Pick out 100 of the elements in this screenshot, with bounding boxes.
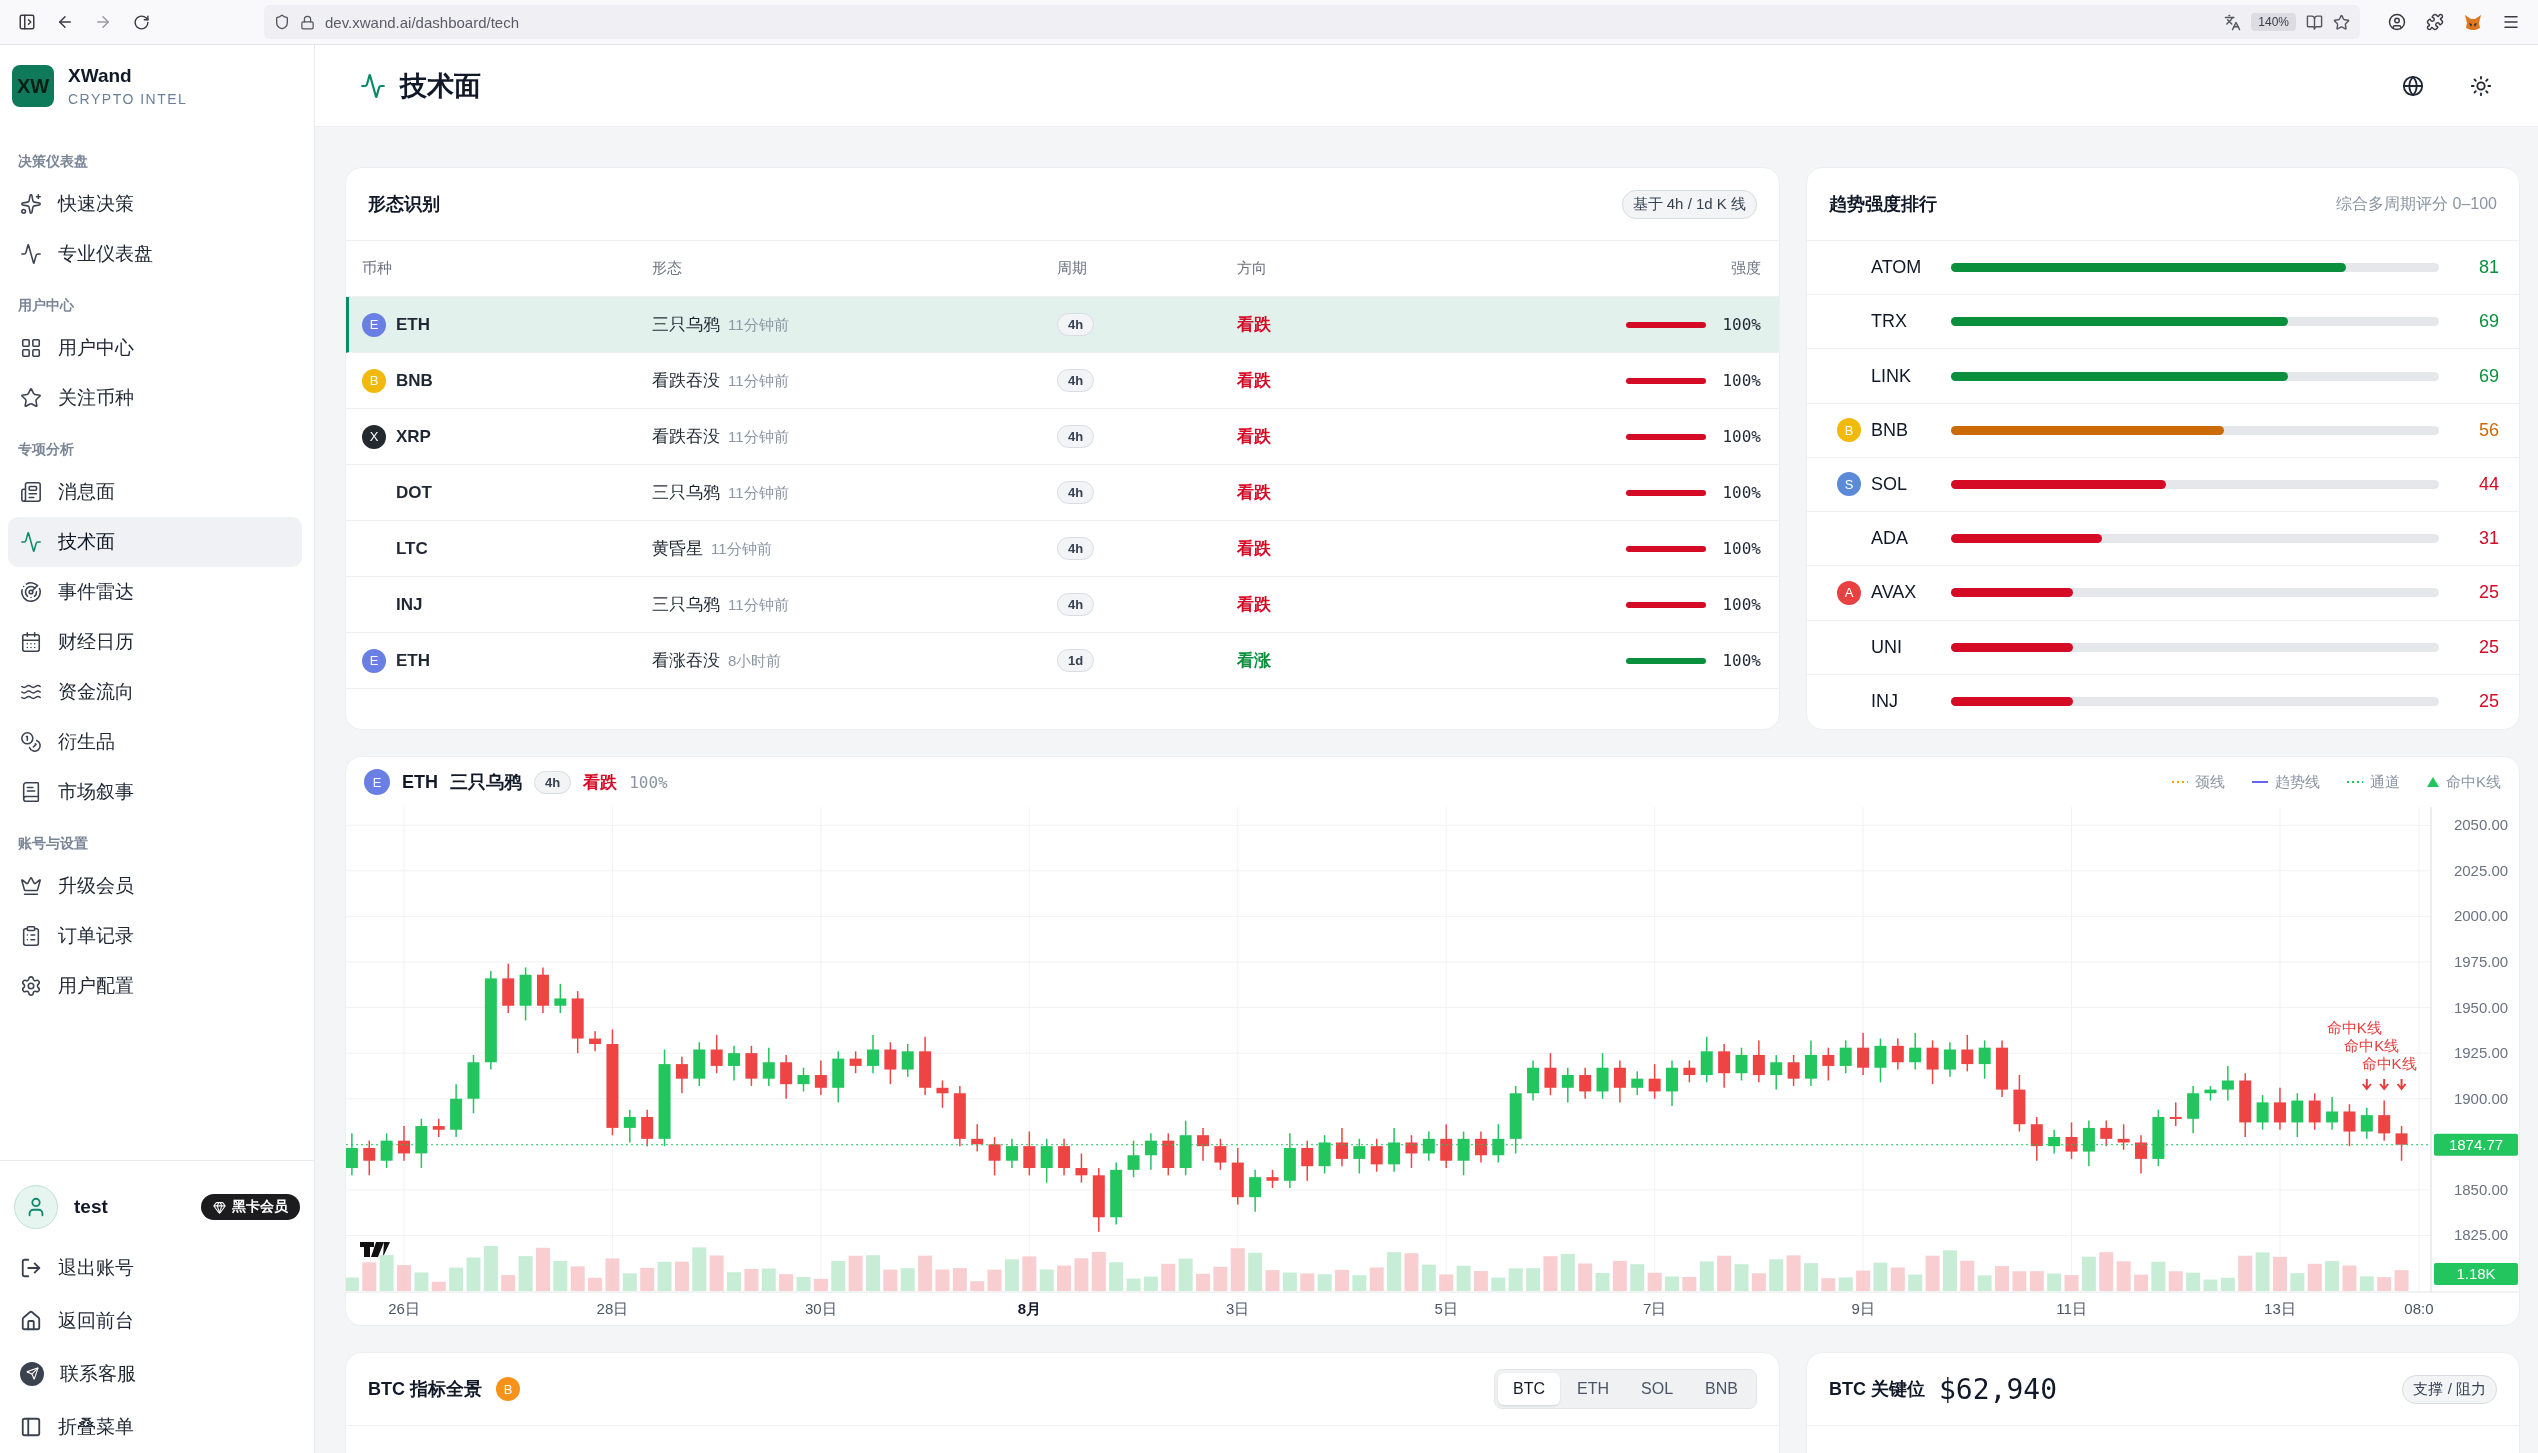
sidebar-item-label: 市场叙事 <box>58 780 134 804</box>
strength-value: 100% <box>629 772 668 792</box>
coin-avatar: E <box>362 648 386 673</box>
pattern-time: 8小时前 <box>728 652 782 671</box>
time-axis-label: 13日 <box>2264 1300 2296 1317</box>
column-header: 周期 <box>1057 259 1088 278</box>
coin-tab[interactable]: BTC <box>1498 1373 1561 1405</box>
pattern-time: 11分钟前 <box>728 484 789 503</box>
price-axis-label: 1950.00 <box>2453 998 2509 1016</box>
sidebar-item-label: 用户配置 <box>58 974 134 998</box>
zoom-badge[interactable]: 140% <box>2251 13 2296 31</box>
table-row[interactable]: X XRP 看跌吞没 11分钟前 4h 看跌 100% <box>346 409 1779 465</box>
coin-tab[interactable]: SOL <box>1626 1373 1689 1405</box>
pattern-name: 看跌吞没 <box>652 426 720 448</box>
coin-name: ETH <box>396 650 430 671</box>
coin-tab[interactable]: ETH <box>1562 1373 1625 1405</box>
trend-score: 25 <box>2477 582 2499 604</box>
coin-name: LINK <box>1871 365 1913 387</box>
time-axis-label: 5日 <box>1434 1300 1458 1317</box>
trend-score: 25 <box>2477 691 2499 713</box>
address-bar[interactable]: dev.xwand.ai/dashboard/tech 140% <box>264 5 2360 39</box>
coin-name: UNI <box>1871 636 1903 658</box>
strength-value: 100% <box>1722 483 1761 502</box>
section-title: 决策仪表盘 <box>17 152 89 171</box>
coin-name: XRP <box>396 426 431 447</box>
sidebar-item-label: 升级会员 <box>58 874 134 898</box>
sidebar-footer-item[interactable]: 折叠菜单 <box>10 1400 304 1453</box>
sidebar-item[interactable]: 衍生品 <box>8 717 302 767</box>
price-axis-label: 2025.00 <box>2453 861 2509 879</box>
pattern-name: 看跌吞没 <box>652 370 720 392</box>
sidebar-item[interactable]: 专业仪表盘 <box>8 229 302 279</box>
coin-tab[interactable]: BNB <box>1690 1373 1753 1405</box>
table-row[interactable]: INJ 三只乌鸦 11分钟前 4h 看跌 100% <box>346 577 1779 633</box>
time-axis-label: 7日 <box>1642 1300 1667 1317</box>
strength-value: 100% <box>1722 651 1761 670</box>
sidebar-item-label: 技术面 <box>58 530 115 554</box>
column-header: 形态 <box>652 259 683 278</box>
period-chip: 4h <box>1057 481 1095 504</box>
card-subtitle: 综合多周期评分 0–100 <box>2336 193 2497 214</box>
annotation-label: 命中K线 <box>2344 1037 2400 1054</box>
table-row[interactable]: DOT 三只乌鸦 11分钟前 4h 看跌 100% <box>346 465 1779 521</box>
sidebar-item[interactable]: 用户中心 <box>8 323 302 373</box>
strength-value: 100% <box>1722 539 1761 558</box>
column-header: 币种 <box>362 259 393 278</box>
trend-score: 25 <box>2477 636 2499 658</box>
pattern-time: 11分钟前 <box>711 540 772 559</box>
sidebar-item-label: 订单记录 <box>58 924 134 948</box>
table-row[interactable]: LTC 黄昏星 11分钟前 4h 看跌 100% <box>346 521 1779 577</box>
direction-label: 看跌 <box>1237 482 1272 504</box>
brand-name: XWand <box>68 65 133 87</box>
user-name: test <box>74 1196 109 1218</box>
sidebar-footer-item[interactable]: 联系客服 <box>10 1347 304 1400</box>
direction-label: 看跌 <box>1237 426 1272 448</box>
sidebar-item[interactable]: 用户配置 <box>8 961 302 1011</box>
coin-avatar: S <box>1837 472 1861 497</box>
trend-score: 81 <box>2477 257 2499 279</box>
sidebar-item[interactable]: 资金流向 <box>8 667 302 717</box>
sidebar-footer-item[interactable]: 返回前台 <box>10 1294 304 1347</box>
sidebar-item-label: 用户中心 <box>58 336 134 360</box>
annotation-label: 命中K线 <box>2326 1019 2382 1036</box>
time-axis-label: 28日 <box>596 1300 629 1317</box>
pattern-time: 11分钟前 <box>728 316 789 335</box>
strength-value: 100% <box>1722 315 1761 334</box>
sidebar-item[interactable]: 市场叙事 <box>8 767 302 817</box>
strength-value: 100% <box>1722 427 1761 446</box>
time-axis-label: 26日 <box>388 1300 420 1317</box>
table-row[interactable]: B BNB 看跌吞没 11分钟前 4h 看跌 100% <box>346 353 1779 409</box>
pattern-name: 三只乌鸦 <box>652 594 720 616</box>
sidebar-item[interactable]: 技术面 <box>8 517 302 567</box>
section-title: 用户中心 <box>17 296 75 315</box>
trend-score: 56 <box>2477 419 2499 441</box>
legend-label: 趋势线 <box>2275 772 2320 792</box>
table-row[interactable]: E ETH 三只乌鸦 11分钟前 4h 看跌 100% <box>346 297 1779 353</box>
table-row[interactable]: E ETH 看涨吞没 8小时前 1d 看涨 100% <box>346 633 1779 689</box>
sidebar-item[interactable]: 关注币种 <box>8 373 302 423</box>
sidebar-item-label: 资金流向 <box>58 680 134 704</box>
sidebar-item[interactable]: 快速决策 <box>8 179 302 229</box>
direction-label: 看跌 <box>1237 594 1272 616</box>
sidebar-item[interactable]: 升级会员 <box>8 861 302 911</box>
period-chip: 4h <box>1057 369 1095 392</box>
coin-name: INJ <box>396 594 423 615</box>
price-axis-label: 1925.00 <box>2453 1044 2509 1062</box>
sidebar-item[interactable]: 财经日历 <box>8 617 302 667</box>
time-axis-label: 9日 <box>1851 1300 1875 1317</box>
brand-tagline: CRYPTO INTEL <box>68 91 188 107</box>
brand-logo: XW <box>12 65 54 107</box>
sidebar-item[interactable]: 消息面 <box>8 467 302 517</box>
pattern-name: 看涨吞没 <box>652 650 720 672</box>
coin-name: DOT <box>396 482 432 503</box>
volume-tag: 1.18K <box>2434 1263 2518 1285</box>
card-title: BTC 指标全景 <box>368 1378 482 1401</box>
price-axis-label: 1825.00 <box>2453 1226 2509 1244</box>
coin-avatar: X <box>362 424 386 449</box>
pattern-name: 三只乌鸦 <box>450 771 522 794</box>
sidebar-item[interactable]: 订单记录 <box>8 911 302 961</box>
time-axis-label: 3日 <box>1226 1300 1250 1317</box>
period-chip: 1d <box>1057 649 1095 672</box>
sidebar-item-label: 关注币种 <box>58 386 134 410</box>
sidebar-item[interactable]: 事件雷达 <box>8 567 302 617</box>
sidebar-footer-item[interactable]: 退出账号 <box>10 1241 304 1294</box>
